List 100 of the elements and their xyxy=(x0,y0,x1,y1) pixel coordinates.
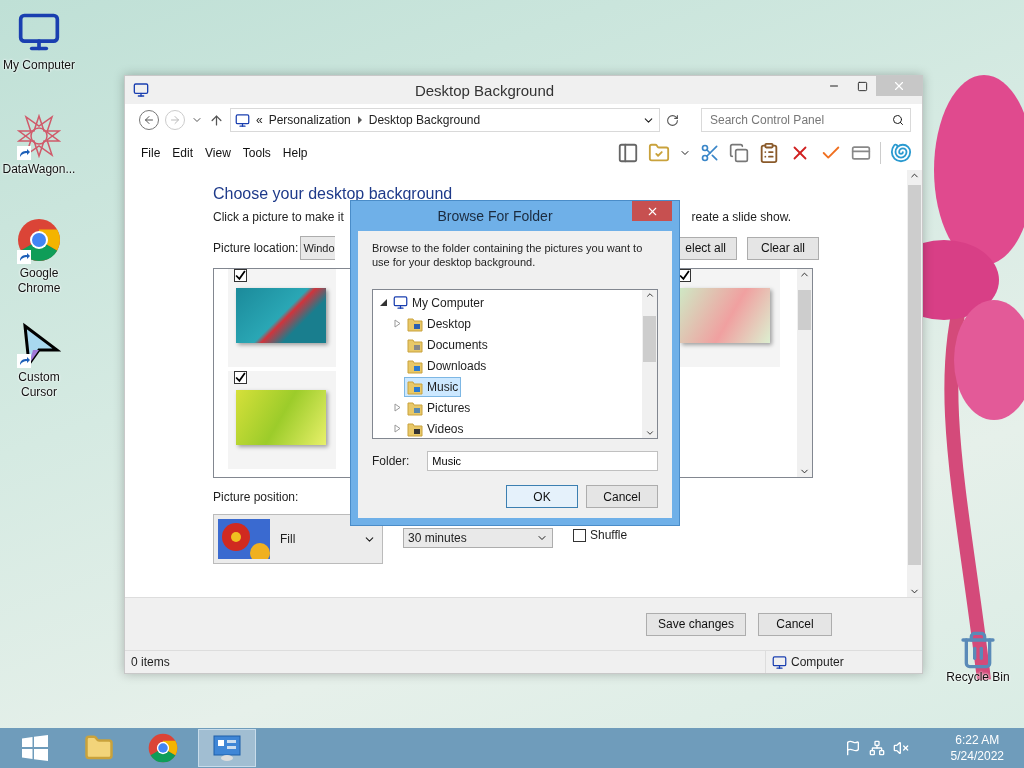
page-heading: Choose your desktop background xyxy=(213,184,454,204)
right-arrow-icon xyxy=(169,114,181,126)
folder-tree-item[interactable]: Music xyxy=(404,376,462,397)
search-icon xyxy=(892,114,904,126)
breadcrumb-separator-icon xyxy=(356,116,363,124)
taskbar-app[interactable] xyxy=(198,729,256,767)
folder-icon xyxy=(407,315,423,332)
dialog-button[interactable]: Save changes xyxy=(646,612,746,636)
checkbox-label: Shuffle xyxy=(590,528,628,542)
checkbox[interactable] xyxy=(234,371,247,384)
breadcrumb-overflow[interactable]: « xyxy=(256,113,263,127)
menu-item[interactable]: Edit xyxy=(166,146,200,160)
folder-input[interactable]: Music xyxy=(427,451,658,471)
control-panel-icon xyxy=(235,112,250,128)
folder-icon xyxy=(407,357,423,374)
control-panel-icon xyxy=(133,82,149,98)
field-label: Picture position: xyxy=(213,490,299,504)
dialog-button[interactable]: Cancel xyxy=(586,485,658,508)
selection-button[interactable]: Clear all xyxy=(747,236,819,260)
folder-icon xyxy=(407,399,423,416)
left-arrow-icon xyxy=(143,114,155,126)
search-box[interactable]: Search Control Panel xyxy=(701,108,911,132)
folder-tree-item[interactable]: Documents xyxy=(404,334,491,355)
collapsed-arrow-icon[interactable] xyxy=(393,403,402,412)
desktop-icon-label[interactable]: Recycle Bin xyxy=(940,670,1016,685)
flower-thumbnail-icon xyxy=(218,519,270,559)
wallpaper-thumbnail[interactable] xyxy=(680,288,770,343)
scrollbar[interactable] xyxy=(907,170,922,597)
scroll-down-icon[interactable] xyxy=(644,428,655,438)
scrollbar-thumb[interactable] xyxy=(643,316,656,362)
scrollbar-thumb[interactable] xyxy=(908,185,921,565)
muted-speaker-icon[interactable] xyxy=(892,740,909,756)
scroll-up-icon[interactable] xyxy=(644,290,655,300)
chrome-icon xyxy=(148,733,178,763)
folder-tree-item[interactable]: Videos xyxy=(404,418,467,438)
search-field[interactable]: Search Control Panel xyxy=(708,112,892,128)
picture-location-dropdown[interactable]: Windo xyxy=(300,236,335,260)
scrollbar[interactable] xyxy=(797,269,812,477)
collapsed-arrow-icon[interactable] xyxy=(393,424,402,433)
dialog-title: Browse For Folder xyxy=(436,208,554,224)
menu-item[interactable]: File xyxy=(135,146,167,160)
menu-item[interactable]: Tools xyxy=(236,146,277,160)
folder-tree-item[interactable]: Pictures xyxy=(404,397,474,418)
windows-logo-icon xyxy=(22,735,48,761)
network-icon[interactable] xyxy=(868,740,885,756)
desktop-icon-label[interactable]: My Computer xyxy=(1,58,77,73)
card-icon[interactable] xyxy=(851,143,871,163)
dialog-button[interactable]: OK xyxy=(506,485,578,508)
folder-icon xyxy=(407,378,423,395)
instruction-text: reate a slide show. xyxy=(691,210,791,224)
folder-tree-item[interactable]: Downloads xyxy=(404,355,490,376)
window-title: Desktop Background xyxy=(413,81,556,99)
wallpaper-thumbnail[interactable] xyxy=(236,288,326,343)
chrome-icon xyxy=(17,218,61,262)
desktop-icon-label[interactable]: Custom Cursor xyxy=(1,370,77,400)
scrollbar-thumb[interactable] xyxy=(798,290,811,330)
flag-icon[interactable] xyxy=(844,740,861,756)
layout-icon[interactable] xyxy=(617,142,639,164)
status-text: 0 items xyxy=(131,655,170,669)
dialog-description: Browse to the folder containing the pictures you want to use for your desktop background. xyxy=(372,241,644,269)
checkbox[interactable] xyxy=(573,528,586,542)
close-button[interactable] xyxy=(632,201,672,221)
scrollbar[interactable] xyxy=(642,290,657,438)
picture-position-dropdown[interactable]: Fill xyxy=(213,514,383,564)
field-label: Picture location: xyxy=(213,241,299,255)
breadcrumb-item[interactable]: Personalization xyxy=(268,113,351,127)
status-text: Computer xyxy=(791,655,844,669)
refresh-button[interactable] xyxy=(666,113,679,127)
checkbox[interactable] xyxy=(234,269,247,282)
menu-item[interactable]: View xyxy=(199,146,237,160)
close-icon xyxy=(892,79,906,93)
breadcrumb-item[interactable]: Desktop Background xyxy=(368,113,481,127)
maximize-icon xyxy=(856,80,868,92)
folder-tree-item[interactable]: My Computer xyxy=(390,293,488,312)
wallpaper-thumbnail[interactable] xyxy=(236,390,326,445)
dialog-button[interactable]: Cancel xyxy=(758,612,832,636)
computer-icon xyxy=(772,654,787,670)
address-bar[interactable]: « Personalization Desktop Background xyxy=(230,108,660,132)
shortcut-arrow-icon xyxy=(17,354,31,368)
folder-icon xyxy=(407,336,423,353)
up-button[interactable] xyxy=(209,112,224,128)
copy-icon[interactable] xyxy=(729,143,749,163)
shell-icon[interactable] xyxy=(890,142,912,164)
folder-check-icon[interactable] xyxy=(648,142,670,164)
star-pattern-icon xyxy=(17,114,61,158)
paste-icon[interactable] xyxy=(758,142,780,164)
menu-item[interactable]: Help xyxy=(276,146,314,160)
shortcut-arrow-icon xyxy=(17,250,31,264)
control-panel-icon xyxy=(212,733,242,763)
shortcut-arrow-icon xyxy=(17,146,31,160)
interval-dropdown[interactable]: 30 minutes xyxy=(403,528,553,548)
desktop-icon-label[interactable]: DataWagon... xyxy=(1,162,77,177)
instruction-text: Click a picture to make it xyxy=(213,210,344,224)
desktop-icon-label[interactable]: Google Chrome xyxy=(1,266,77,296)
refresh-icon xyxy=(666,113,679,127)
cut-icon[interactable] xyxy=(700,143,720,163)
folder-icon xyxy=(407,420,423,437)
collapsed-arrow-icon[interactable] xyxy=(393,319,402,328)
folder-tree-item[interactable]: Desktop xyxy=(404,313,475,334)
expanded-arrow-icon[interactable] xyxy=(379,298,388,307)
